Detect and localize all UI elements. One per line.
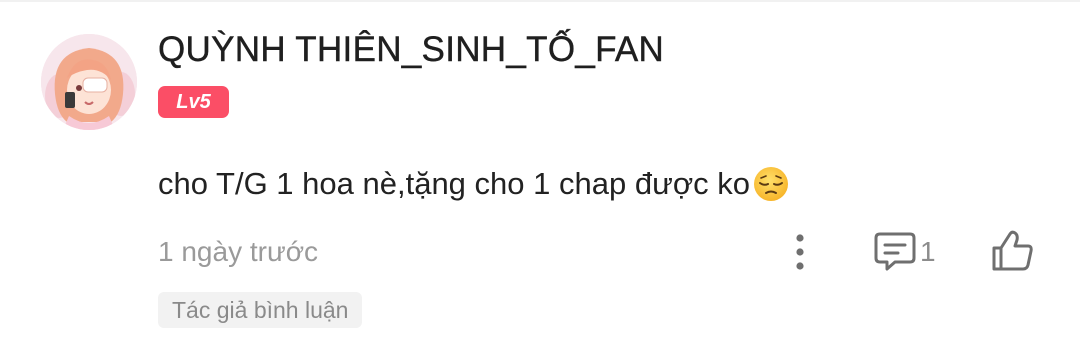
username[interactable]: QUỲNH THIÊN_SINH_TỐ_FAN bbox=[158, 30, 664, 70]
reply-count: 1 bbox=[920, 236, 936, 267]
avatar-image bbox=[41, 34, 137, 130]
avatar[interactable] bbox=[41, 34, 137, 130]
like-icon[interactable] bbox=[988, 226, 1036, 274]
timestamp: 1 ngày trước bbox=[158, 236, 319, 267]
pensive-face-icon bbox=[754, 167, 788, 201]
top-divider bbox=[0, 0, 1080, 2]
reply-icon[interactable] bbox=[872, 229, 918, 273]
comment-text: cho T/G 1 hoa nè,tặng cho 1 chap được ko bbox=[158, 166, 750, 201]
more-options-icon[interactable] bbox=[788, 230, 812, 274]
author-comment-tag: Tác giả bình luận bbox=[158, 292, 363, 328]
comment-body: cho T/G 1 hoa nè,tặng cho 1 chap được ko bbox=[158, 162, 791, 206]
level-badge: Lv5 bbox=[158, 86, 229, 118]
